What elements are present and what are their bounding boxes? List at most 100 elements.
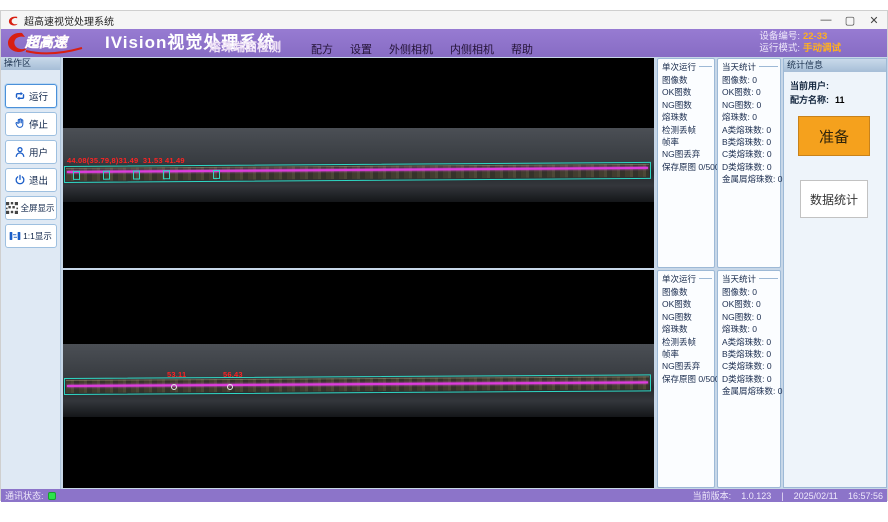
stat-row: B类熔珠数: 0	[722, 136, 780, 148]
run-icon	[13, 89, 27, 103]
exit-button-label: 退出	[29, 173, 48, 187]
measurement-annotation: 44.08(35.79,8)31.49 31.53 41.49	[67, 156, 185, 165]
current-user-row: 当前用户:	[790, 79, 829, 92]
close-button[interactable]: ✕	[867, 14, 881, 27]
app-header: 超高速 IVision视觉处理系统 熔珠端面检测 配方 设置 外侧相机 内侧相机…	[1, 29, 887, 57]
stat-row: NG图数: 0	[722, 99, 780, 111]
stats-panel-inner: 单次运行 图像数 OK图数 NG图数 熔珠数 检测丢帧 帧率 NG图丢弃 保存原…	[657, 270, 781, 488]
stat-row: A类熔珠数: 0	[722, 124, 780, 136]
stat-row: C类熔珠数: 0	[722, 360, 780, 372]
detection-bounding-box	[64, 374, 651, 395]
stat-row: 熔珠数: 0	[722, 323, 780, 335]
single-run-groupbox: 单次运行 图像数 OK图数 NG图数 熔珠数 检测丢帧 帧率 NG图丢弃 保存原…	[657, 270, 715, 488]
window-titlebar: 超高速视觉处理系统 — ▢ ✕	[1, 11, 887, 29]
version-value: 1.0.123	[741, 491, 771, 501]
recipe-name-value: 11	[835, 95, 845, 105]
stat-row: NG图丢弃	[662, 148, 714, 160]
stat-row: D类熔珠数: 0	[722, 161, 780, 173]
user-button[interactable]: 用户	[5, 140, 57, 164]
brand-logo: 超高速	[6, 30, 102, 56]
svg-text:超高速: 超高速	[24, 34, 70, 50]
minimize-button[interactable]: —	[819, 14, 833, 26]
exit-power-icon	[13, 173, 27, 187]
status-separator: |	[781, 491, 783, 501]
stat-row: NG图丢弃	[662, 360, 714, 372]
window-title: 超高速视觉处理系统	[24, 13, 114, 28]
maximize-button[interactable]: ▢	[843, 14, 857, 27]
device-info: 设备编号:22-33 运行模式:手动调试	[759, 31, 841, 55]
single-run-title: 单次运行	[662, 273, 696, 285]
stat-row: 保存原图 0/500	[662, 373, 714, 385]
detection-tick	[133, 170, 140, 179]
menu-item-settings[interactable]: 设置	[350, 41, 372, 57]
current-user-label: 当前用户:	[790, 81, 829, 91]
menu-item-inner-camera[interactable]: 内侧相机	[450, 41, 494, 57]
today-stats-title: 当天统计	[722, 61, 756, 73]
fullscreen-display-label: 全屏显示	[20, 202, 54, 214]
app-subtitle: 熔珠端面检测	[209, 38, 281, 55]
app-window: 超高速视觉处理系统 — ▢ ✕ 超高速 IVision视觉处理系统 熔珠端面检测…	[0, 10, 888, 501]
recipe-row: 配方名称:11	[790, 93, 845, 106]
stat-row: 保存原图 0/500	[662, 161, 714, 173]
one-to-one-display-label: 1:1显示	[23, 230, 52, 242]
menu-item-recipe[interactable]: 配方	[311, 41, 333, 57]
stop-button[interactable]: 停止	[5, 112, 57, 136]
menu-item-outer-camera[interactable]: 外侧相机	[389, 41, 433, 57]
stat-row: 帧率	[662, 348, 714, 360]
inner-camera-view[interactable]: 53.11 56.43	[63, 270, 654, 488]
stat-row: 图像数	[662, 286, 714, 298]
stat-row: C类熔珠数: 0	[722, 148, 780, 160]
menu-item-help[interactable]: 帮助	[511, 41, 533, 57]
stop-button-label: 停止	[29, 117, 48, 131]
detection-tick	[163, 170, 170, 179]
operation-area-title: 操作区	[1, 57, 60, 70]
main-content: 操作区 运行 停止 用户	[1, 57, 888, 489]
one-to-one-icon	[9, 230, 21, 242]
run-button-label: 运行	[29, 89, 48, 103]
exit-button[interactable]: 退出	[5, 168, 57, 192]
fullscreen-display-button[interactable]: 全屏显示	[5, 196, 57, 220]
stat-row: NG图数	[662, 311, 714, 323]
detection-tick	[213, 170, 220, 179]
status-time: 16:57:56	[848, 491, 883, 501]
statistics-info-title: 统计信息	[784, 59, 886, 72]
defect-marker	[171, 384, 177, 390]
one-to-one-display-button[interactable]: 1:1显示	[5, 224, 57, 248]
detection-tick	[73, 171, 80, 180]
run-mode-label: 运行模式:	[759, 43, 800, 54]
operation-sidebar: 操作区 运行 停止 用户	[1, 57, 61, 489]
status-date: 2025/02/11	[794, 491, 838, 501]
stat-row: 熔珠数: 0	[722, 111, 780, 123]
stat-row: 图像数: 0	[722, 74, 780, 86]
status-bar: 通讯状态: 当前版本: 1.0.123 | 2025/02/11 16:57:5…	[1, 489, 887, 502]
stat-row: NG图数: 0	[722, 311, 780, 323]
comm-status-label: 通讯状态:	[5, 489, 44, 502]
stat-row: 熔珠数	[662, 323, 714, 335]
single-run-title: 单次运行	[662, 61, 696, 73]
stat-row: B类熔珠数: 0	[722, 348, 780, 360]
today-stats-title: 当天统计	[722, 273, 756, 285]
stat-row: 检测丢帧	[662, 336, 714, 348]
stat-row: NG图数	[662, 99, 714, 111]
desktop: 超高速视觉处理系统 — ▢ ✕ 超高速 IVision视觉处理系统 熔珠端面检测…	[0, 0, 888, 522]
prepare-button[interactable]: 准备	[798, 116, 870, 156]
stat-row: 金属屑熔珠数: 0	[722, 173, 780, 185]
today-stats-groupbox: 当天统计 图像数: 0 OK图数: 0 NG图数: 0 熔珠数: 0 A类熔珠数…	[717, 270, 781, 488]
user-button-label: 用户	[29, 145, 48, 159]
today-stats-groupbox: 当天统计 图像数: 0 OK图数: 0 NG图数: 0 熔珠数: 0 A类熔珠数…	[717, 58, 781, 268]
detection-tick	[103, 171, 110, 180]
outer-camera-view[interactable]: 44.08(35.79,8)31.49 31.53 41.49	[63, 58, 654, 268]
device-id-value: 22-33	[803, 31, 827, 42]
run-button[interactable]: 运行	[5, 84, 57, 108]
weld-strip-overlay	[63, 374, 654, 395]
stop-hand-icon	[13, 117, 27, 131]
stat-row: 金属屑熔珠数: 0	[722, 385, 780, 397]
comm-status-indicator	[48, 492, 56, 500]
weld-strip	[66, 164, 649, 181]
data-statistics-button[interactable]: 数据统计	[800, 180, 868, 218]
stat-row: 图像数: 0	[722, 286, 780, 298]
single-run-groupbox: 单次运行 图像数 OK图数 NG图数 熔珠数 检测丢帧 帧率 NG图丢弃 保存原…	[657, 58, 715, 268]
stat-row: 熔珠数	[662, 111, 714, 123]
stat-row: OK图数	[662, 86, 714, 98]
defect-marker	[227, 384, 233, 390]
